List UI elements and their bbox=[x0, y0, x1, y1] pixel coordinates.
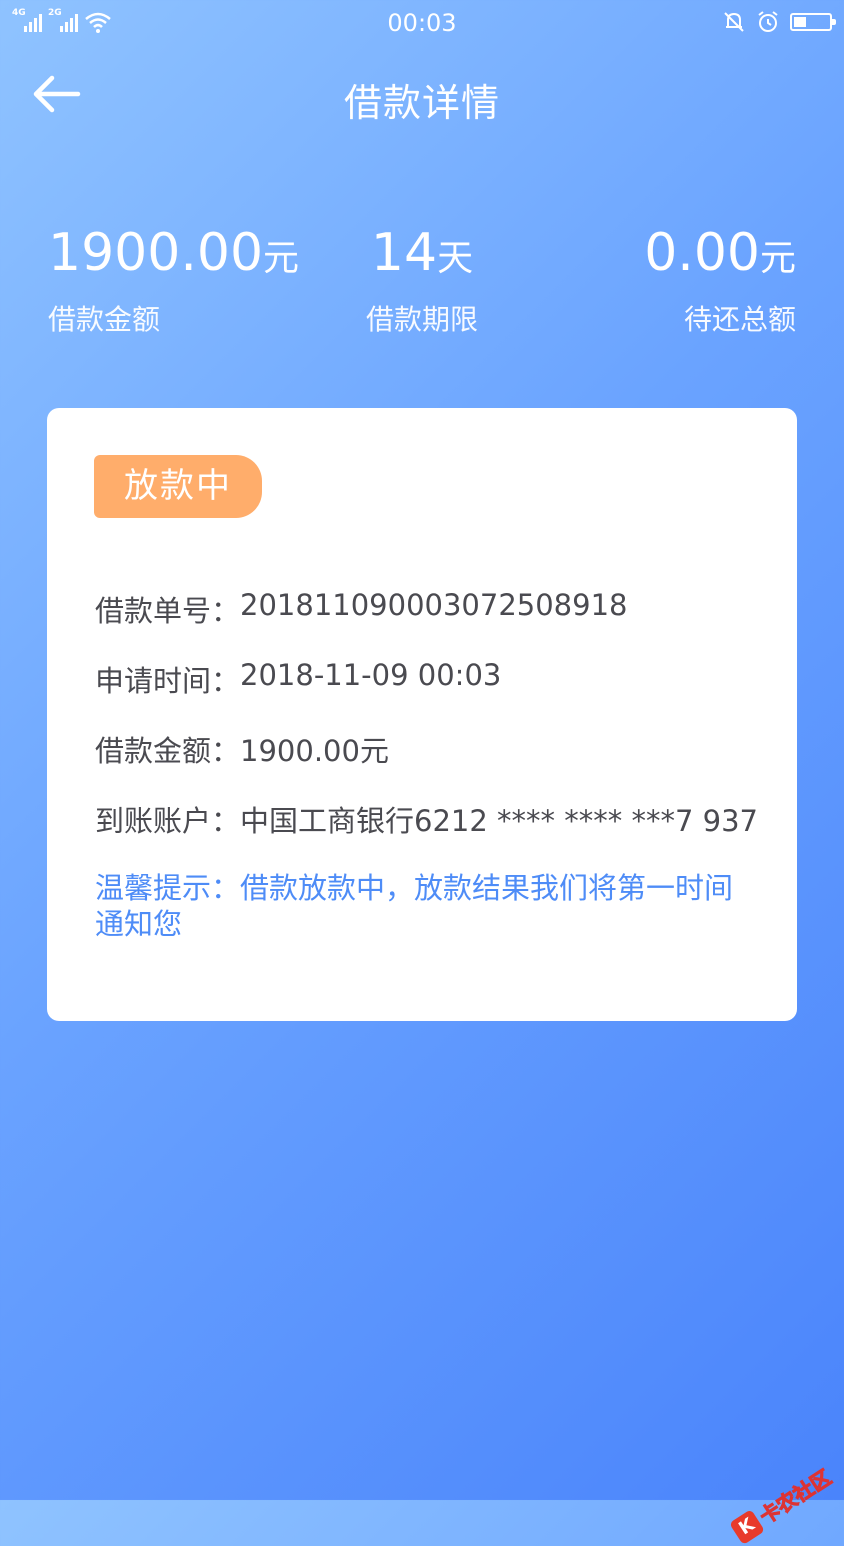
status-badge: 放款中 bbox=[94, 455, 262, 518]
status-bar: 4G 2G 00:03 bbox=[0, 0, 844, 46]
reminder-tip: 温馨提示：借款放款中，放款结果我们将第一时间通知您 bbox=[95, 871, 734, 941]
outstanding-value: 0.00 bbox=[644, 223, 760, 283]
outstanding-unit: 元 bbox=[759, 238, 796, 279]
loan-term-label: 借款期限 bbox=[365, 303, 478, 336]
silent-bell-icon bbox=[724, 12, 744, 32]
nav-bar: 借款详情 bbox=[0, 50, 844, 142]
watermark-text: 卡农社区 bbox=[755, 1465, 836, 1530]
stat-loan-amount: 1900.00元 借款金额 bbox=[48, 220, 299, 338]
loan-summary: 1900.00元 借款金额 14天 借款期限 0.00元 待还总额 bbox=[0, 220, 844, 350]
loan-amount-value: 1900.00 bbox=[48, 223, 264, 283]
loan-detail-card: 放款中 借款单号： 201811090003072508918 申请时间： 20… bbox=[47, 408, 797, 1021]
battery-icon bbox=[790, 13, 836, 31]
apply-time-label: 申请时间： bbox=[95, 664, 241, 698]
outstanding-label: 待还总额 bbox=[683, 303, 796, 336]
status-time: 00:03 bbox=[387, 9, 457, 37]
stat-outstanding: 0.00元 待还总额 bbox=[644, 220, 796, 338]
loan-amount-unit: 元 bbox=[263, 238, 300, 279]
detail-row-order-number: 借款单号： 201811090003072508918 bbox=[95, 588, 755, 658]
account-value: 中国工商银行6212 **** **** ***7 937 bbox=[240, 804, 758, 838]
detail-row-loan-amount: 借款金额： 1900.00元 bbox=[95, 728, 755, 798]
account-label: 到账账户： bbox=[95, 804, 241, 838]
apply-time-value: 2018-11-09 00:03 bbox=[240, 658, 502, 692]
detail-row-apply-time: 申请时间： 2018-11-09 00:03 bbox=[95, 658, 755, 728]
page-title: 借款详情 bbox=[343, 81, 500, 125]
stat-loan-term: 14天 借款期限 bbox=[362, 220, 482, 338]
watermark: K 卡农社区 bbox=[728, 1462, 836, 1546]
order-number-value: 201811090003072508918 bbox=[240, 588, 628, 622]
detail-rows: 借款单号： 201811090003072508918 申请时间： 2018-1… bbox=[95, 588, 758, 868]
order-number-label: 借款单号： bbox=[95, 594, 241, 628]
loan-amount-label: 借款金额 bbox=[48, 303, 161, 336]
loan-term-unit: 天 bbox=[437, 238, 474, 279]
detail-amount-value: 1900.00元 bbox=[240, 734, 389, 768]
loan-term-value: 14 bbox=[370, 223, 438, 283]
alarm-icon bbox=[758, 11, 778, 32]
detail-row-account: 到账账户： 中国工商银行6212 **** **** ***7 937 bbox=[95, 798, 758, 868]
status-right bbox=[722, 10, 836, 34]
detail-amount-label: 借款金额： bbox=[95, 734, 241, 768]
